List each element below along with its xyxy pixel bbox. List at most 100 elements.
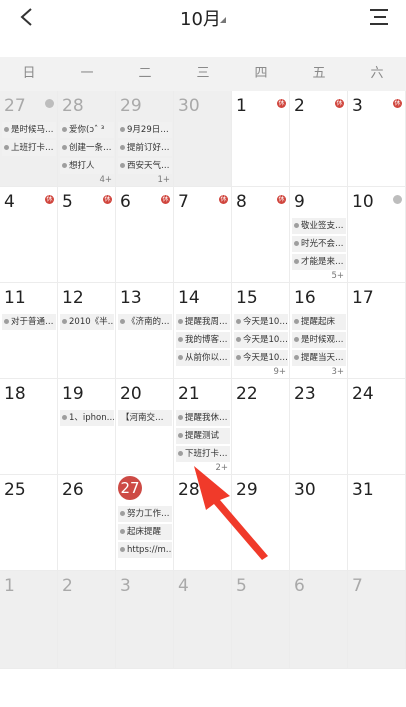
day-number: 7: [352, 576, 363, 596]
holiday-badge: 休: [277, 99, 286, 108]
day-number: 19: [62, 384, 84, 404]
holiday-badge: 休: [103, 195, 112, 204]
event-item[interactable]: 创建一条…: [60, 140, 114, 156]
day-cell[interactable]: 22: [232, 379, 290, 475]
event-item[interactable]: 下班打卡…: [176, 446, 230, 462]
day-cell[interactable]: 14 提醒我周… 我的博客… 从前你以…: [174, 283, 232, 379]
day-cell[interactable]: 29 9月29日… 提前订好… 西安天气… 1+: [116, 91, 174, 187]
day-cell[interactable]: 30: [174, 91, 232, 187]
chevron-left-icon[interactable]: [16, 6, 38, 28]
day-cell[interactable]: 18: [0, 379, 58, 475]
day-cell[interactable]: 20 【河南交…: [116, 379, 174, 475]
event-item[interactable]: 提醒当天…: [292, 350, 346, 366]
day-cell[interactable]: 3: [116, 571, 174, 669]
event-item[interactable]: 提醒我周…: [176, 314, 230, 330]
day-cell[interactable]: 4: [174, 571, 232, 669]
event-item[interactable]: 想打人: [60, 158, 114, 174]
event-item[interactable]: 今天是10…: [234, 332, 288, 348]
day-cell[interactable]: 19 1、iphon…: [58, 379, 116, 475]
day-cell[interactable]: 31: [348, 475, 406, 571]
day-number: 7: [178, 192, 189, 212]
day-number: 18: [4, 384, 26, 404]
event-item[interactable]: 时光不会…: [292, 236, 346, 252]
day-cell[interactable]: 11 对于普通…: [0, 283, 58, 379]
day-cell[interactable]: 6: [290, 571, 348, 669]
event-list: 努力工作… 起床提醒 https://m…: [118, 506, 172, 560]
event-item[interactable]: 从前你以…: [176, 350, 230, 366]
day-cell[interactable]: 10: [348, 187, 406, 283]
day-cell[interactable]: 5: [232, 571, 290, 669]
more-events-count[interactable]: 4+: [99, 175, 112, 185]
day-cell[interactable]: 5休: [58, 187, 116, 283]
event-item[interactable]: 提醒起床: [292, 314, 346, 330]
day-number: 27: [4, 96, 26, 116]
day-cell[interactable]: 15 今天是10… 今天是10… 今天是10… 9+: [232, 283, 290, 379]
workday-badge-icon: [393, 195, 402, 204]
weekday-sat: 六: [370, 66, 384, 81]
day-cell[interactable]: 28 爱你(ɔˆ ³ 创建一条… 想打人 4+: [58, 91, 116, 187]
day-cell[interactable]: 12 2010《半…: [58, 283, 116, 379]
day-cell[interactable]: 2休: [290, 91, 348, 187]
day-cell[interactable]: 27 努力工作… 起床提醒 https://m…: [116, 475, 174, 571]
today-date: 27: [118, 476, 142, 500]
day-number: 23: [294, 384, 316, 404]
day-cell[interactable]: 16 提醒起床 是时候观… 提醒当天… 3+: [290, 283, 348, 379]
event-item[interactable]: 提醒测试: [176, 428, 230, 444]
event-item[interactable]: 努力工作…: [118, 506, 172, 522]
day-cell[interactable]: 17: [348, 283, 406, 379]
day-cell[interactable]: 13 《济南的…: [116, 283, 174, 379]
event-item[interactable]: 我的博客…: [176, 332, 230, 348]
day-cell[interactable]: 21 提醒我休… 提醒测试 下班打卡… 2+: [174, 379, 232, 475]
weekday-wed: 三: [196, 66, 210, 81]
event-item[interactable]: 今天是10…: [234, 350, 288, 366]
day-cell[interactable]: 27 是时候马… 上班打卡…: [0, 91, 58, 187]
day-cell[interactable]: 6休: [116, 187, 174, 283]
day-cell[interactable]: 1: [0, 571, 58, 669]
event-item[interactable]: 是时候观…: [292, 332, 346, 348]
day-cell[interactable]: 9 敬业签支… 时光不会… 才能是来… 5+: [290, 187, 348, 283]
event-item[interactable]: 对于普通…: [2, 314, 56, 330]
day-cell[interactable]: 30: [290, 475, 348, 571]
event-item[interactable]: 才能是来…: [292, 254, 346, 270]
event-item[interactable]: 提前订好…: [118, 140, 172, 156]
day-cell[interactable]: 7: [348, 571, 406, 669]
event-item[interactable]: 《济南的…: [118, 314, 172, 330]
more-events-count[interactable]: 3+: [331, 367, 344, 377]
more-events-count[interactable]: 9+: [273, 367, 286, 377]
event-list: 《济南的…: [118, 314, 172, 332]
event-item[interactable]: 起床提醒: [118, 524, 172, 540]
day-cell[interactable]: 26: [58, 475, 116, 571]
day-cell[interactable]: 24: [348, 379, 406, 475]
day-cell[interactable]: 3休: [348, 91, 406, 187]
event-item[interactable]: 西安天气…: [118, 158, 172, 174]
day-cell[interactable]: 23: [290, 379, 348, 475]
event-item[interactable]: 1、iphon…: [60, 410, 114, 426]
event-item[interactable]: 是时候马…: [2, 122, 56, 138]
event-item[interactable]: 今天是10…: [234, 314, 288, 330]
day-number: 1: [4, 576, 15, 596]
event-item[interactable]: 提醒我休…: [176, 410, 230, 426]
day-cell[interactable]: 4休: [0, 187, 58, 283]
event-item[interactable]: 9月29日…: [118, 122, 172, 138]
day-number: 11: [4, 288, 26, 308]
event-item[interactable]: 爱你(ɔˆ ³: [60, 122, 114, 138]
event-item[interactable]: https://m…: [118, 542, 172, 558]
more-events-count[interactable]: 1+: [157, 175, 170, 185]
menu-icon[interactable]: [369, 8, 389, 26]
event-item[interactable]: 2010《半…: [60, 314, 114, 330]
day-number: 9: [294, 192, 305, 212]
day-cell[interactable]: 1休: [232, 91, 290, 187]
day-cell[interactable]: 25: [0, 475, 58, 571]
event-item[interactable]: 敬业签支…: [292, 218, 346, 234]
event-item[interactable]: 【河南交…: [118, 410, 172, 426]
caret-down-icon[interactable]: [220, 17, 226, 23]
day-cell[interactable]: 8休: [232, 187, 290, 283]
weekday-header: 日 一 二 三 四 五 六: [0, 57, 406, 91]
month-title[interactable]: 10月: [180, 5, 221, 31]
event-list: 提醒我周… 我的博客… 从前你以…: [176, 314, 230, 368]
day-number: 4: [4, 192, 15, 212]
day-cell[interactable]: 7休: [174, 187, 232, 283]
more-events-count[interactable]: 5+: [331, 271, 344, 281]
day-cell[interactable]: 2: [58, 571, 116, 669]
event-item[interactable]: 上班打卡…: [2, 140, 56, 156]
